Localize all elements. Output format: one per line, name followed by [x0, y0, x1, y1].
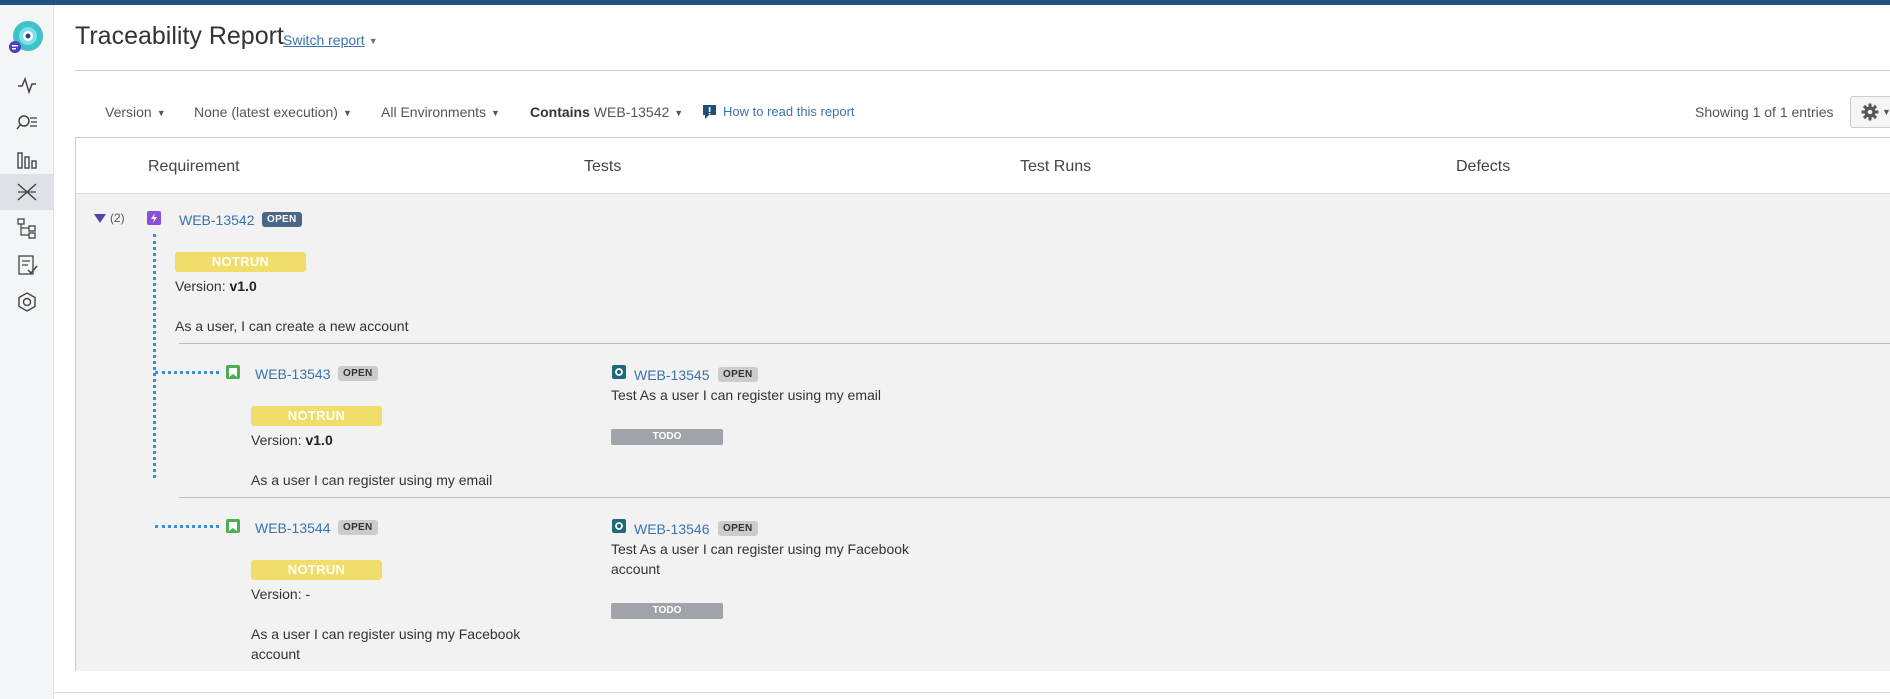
child-summary-line-1: As a user I can register using my Facebo…	[251, 626, 521, 642]
header-test-runs: Test Runs	[1020, 158, 1092, 175]
caret-down-icon: ▼	[342, 108, 352, 119]
requirement-version: Version: v1.0	[175, 278, 257, 294]
version-value: v1.0	[229, 278, 257, 294]
sidebar	[0, 5, 54, 699]
child-requirement-key-link[interactable]: WEB-13543	[255, 366, 330, 382]
expander-count: (2)	[110, 211, 125, 225]
traceability-table: Requirement Tests Test Runs Defects (2) …	[75, 137, 1890, 671]
environment-filter[interactable]: All Environments ▼	[381, 104, 500, 120]
search-list-icon[interactable]	[12, 107, 42, 137]
version-filter[interactable]: Version ▼	[105, 104, 166, 120]
version-value: v1.0	[305, 432, 333, 448]
version-label: Version:	[251, 432, 302, 448]
settings-hex-icon[interactable]	[12, 287, 42, 317]
test-summary-line-2: account	[611, 561, 661, 577]
how-to-read-link[interactable]: How to read this report	[723, 104, 855, 119]
settings-dropdown-button[interactable]: ▼	[1850, 96, 1890, 128]
gear-icon	[1861, 103, 1879, 121]
test-status-badge: OPEN	[718, 367, 758, 382]
bar-chart-icon[interactable]	[12, 145, 42, 175]
test-summary: Test As a user I can register using my e…	[611, 387, 881, 403]
child-status-badge: OPEN	[338, 366, 378, 381]
row-divider	[179, 497, 1890, 498]
header-divider	[75, 70, 1890, 71]
header-defects: Defects	[1456, 158, 1511, 175]
test-plan-icon[interactable]	[12, 250, 42, 280]
switch-report-label: Switch report	[283, 32, 365, 48]
child-coverage-bar: NOTRUN	[251, 406, 382, 426]
requirement-status-badge: OPEN	[262, 212, 302, 227]
execution-filter[interactable]: None (latest execution) ▼	[194, 104, 352, 120]
test-summary-line-1: Test As a user I can register using my F…	[611, 541, 910, 557]
test-run-status-bar: TODO	[611, 603, 723, 619]
contains-filter[interactable]: Contains WEB-13542 ▼	[530, 104, 683, 120]
tree-connector-vertical	[153, 234, 156, 478]
header-requirement: Requirement	[148, 158, 240, 175]
tree-connector-branch	[155, 371, 219, 374]
header-tests: Tests	[584, 158, 622, 175]
child-requirement-key-link[interactable]: WEB-13544	[255, 520, 330, 536]
expand-toggle[interactable]: (2)	[94, 211, 125, 225]
requirement-summary: As a user, I can create a new account	[175, 318, 409, 334]
switch-report-link[interactable]: Switch report ▼	[283, 32, 378, 48]
row-divider	[179, 343, 1890, 344]
test-run-status-bar: TODO	[611, 429, 723, 445]
app-logo-icon[interactable]	[8, 19, 44, 55]
sub-requirement-type-icon	[226, 519, 240, 533]
caret-down-icon: ▼	[368, 36, 378, 47]
version-label: Version:	[175, 278, 226, 294]
caret-down-icon: ▼	[1882, 107, 1890, 117]
traceability-icon[interactable]	[0, 174, 54, 210]
top-accent-bar	[0, 0, 1890, 5]
tree-connector-branch	[155, 525, 219, 528]
table-body: (2) WEB-13542 OPEN NOTRUN Version: v1.0 …	[76, 194, 1890, 671]
test-key-link[interactable]: WEB-13546	[634, 521, 709, 537]
activity-icon[interactable]	[12, 70, 42, 100]
entries-count: Showing 1 of 1 entries	[1695, 104, 1834, 120]
child-coverage-bar: NOTRUN	[251, 560, 382, 580]
requirement-key-link[interactable]: WEB-13542	[179, 212, 254, 228]
test-status-badge: OPEN	[718, 521, 758, 536]
page-title: Traceability Report	[75, 22, 284, 50]
version-filter-label: Version	[105, 104, 152, 120]
environment-filter-label: All Environments	[381, 104, 487, 120]
info-exclamation-icon[interactable]	[702, 104, 717, 120]
hierarchy-icon[interactable]	[12, 213, 42, 243]
child-summary: As a user I can register using my email	[251, 472, 493, 488]
version-label: Version:	[251, 586, 302, 602]
test-key-link[interactable]: WEB-13545	[634, 367, 709, 383]
test-type-icon	[612, 365, 626, 379]
caret-down-icon: ▼	[674, 108, 684, 119]
version-value: -	[305, 586, 311, 602]
contains-label: Contains	[530, 104, 590, 120]
test-type-icon	[612, 519, 626, 533]
child-status-badge: OPEN	[338, 520, 378, 535]
sub-requirement-type-icon	[226, 365, 240, 379]
caret-down-icon: ▼	[491, 108, 500, 119]
child-version: Version: -	[251, 586, 310, 602]
execution-filter-label: None (latest execution)	[194, 104, 338, 120]
contains-value: WEB-13542	[593, 104, 670, 120]
bottom-divider	[54, 692, 1890, 693]
caret-down-icon: ▼	[156, 108, 166, 119]
requirement-coverage-bar: NOTRUN	[175, 252, 306, 272]
child-summary-line-2: account	[251, 646, 301, 662]
story-type-icon	[147, 211, 161, 225]
child-version: Version: v1.0	[251, 432, 333, 448]
table-header: Requirement Tests Test Runs Defects	[76, 138, 1890, 194]
expand-triangle-icon	[94, 213, 106, 223]
